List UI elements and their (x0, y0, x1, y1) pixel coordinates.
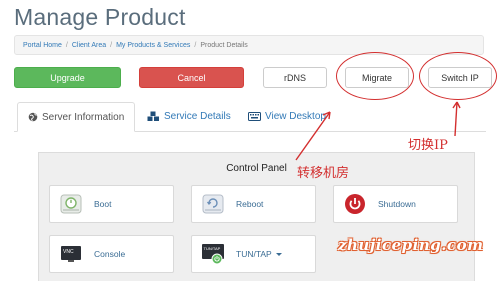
tile-label: Boot (94, 199, 112, 209)
page-title: Manage Product (14, 4, 186, 30)
switch-ip-annotation: 切换IP (408, 138, 448, 153)
cancel-button[interactable]: Cancel (139, 67, 244, 88)
tab-server-information[interactable]: Server Information (17, 102, 135, 132)
tab-view-desktop[interactable]: View Desktop (248, 102, 348, 131)
tile-label: Console (94, 249, 126, 259)
cubes-icon (147, 111, 160, 122)
breadcrumb-products-services[interactable]: My Products & Services (116, 42, 190, 49)
power-drive-icon (59, 193, 83, 215)
breadcrumb-separator: / (194, 41, 197, 49)
rdns-button[interactable]: rDNS (263, 67, 327, 88)
breadcrumb-client-area[interactable]: Client Area (72, 42, 106, 49)
tab-label: View Desktop (265, 111, 326, 122)
reboot-button[interactable]: Reboot (191, 185, 316, 223)
watermark-text: zhujiceping.com (338, 236, 484, 254)
power-off-icon (343, 193, 367, 215)
breadcrumb-separator: / (110, 41, 113, 49)
tile-label: Reboot (236, 199, 264, 209)
tuntap-icon-text: TUN/TAP (204, 246, 221, 251)
breadcrumb-portal-home[interactable]: Portal Home (23, 42, 62, 49)
tuntap-dropdown[interactable]: TUN/TAP TUN/TAP (191, 235, 316, 273)
breadcrumb: Portal Home / Client Area / My Products … (14, 35, 484, 55)
control-panel: Control Panel Boot Reboot Shutdown VNC C… (38, 152, 475, 281)
vnc-icon: VNC (59, 243, 83, 265)
tab-label: Service Details (164, 111, 231, 122)
globe-icon (28, 112, 38, 122)
upgrade-button[interactable]: Upgrade (14, 67, 121, 88)
vnc-icon-text: VNC (63, 249, 74, 255)
chevron-down-icon (275, 252, 282, 256)
reboot-drive-icon (201, 193, 225, 215)
control-panel-title: Control Panel (226, 163, 287, 174)
breadcrumb-current: Product Details (200, 41, 248, 49)
shutdown-button[interactable]: Shutdown (333, 185, 458, 223)
migrate-annotation: 转移机房 (297, 166, 350, 181)
tile-label: Shutdown (378, 199, 416, 209)
tuntap-icon: TUN/TAP (201, 243, 225, 265)
switch-ip-highlight-ellipse (419, 52, 497, 100)
tab-service-details[interactable]: Service Details (145, 102, 245, 131)
migrate-highlight-ellipse (336, 52, 414, 100)
keyboard-icon (248, 112, 261, 121)
boot-button[interactable]: Boot (49, 185, 174, 223)
tile-label: TUN/TAP (236, 249, 272, 259)
breadcrumb-separator: / (65, 41, 68, 49)
tab-label: Server Information (42, 111, 125, 123)
console-button[interactable]: VNC Console (49, 235, 174, 273)
